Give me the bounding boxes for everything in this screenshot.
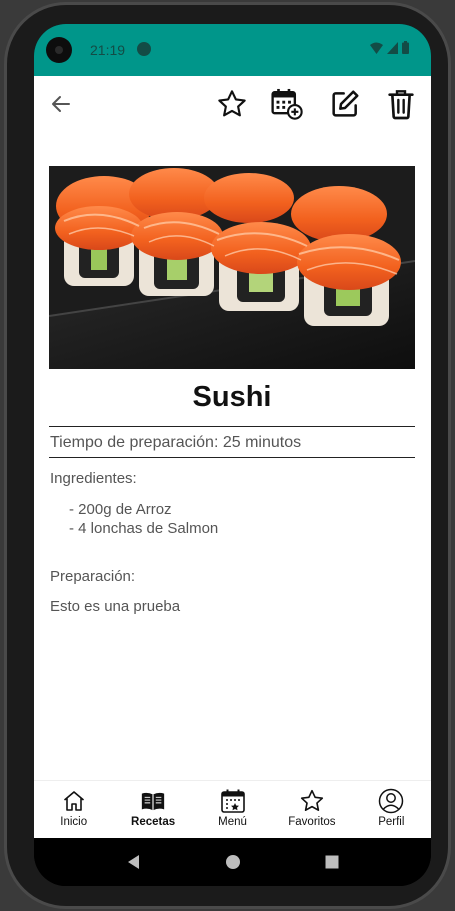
battery-icon bbox=[402, 41, 409, 54]
signal-icon bbox=[387, 41, 398, 54]
arrow-left-icon bbox=[52, 96, 70, 112]
title-divider bbox=[49, 426, 415, 427]
prep-time-divider bbox=[49, 457, 415, 458]
phone-screen: 21:19 Sushi Tiempo de preparación: 25 mi… bbox=[34, 24, 431, 886]
recents-square-icon[interactable] bbox=[324, 854, 340, 870]
delete-button[interactable] bbox=[383, 86, 419, 122]
home-icon bbox=[63, 791, 84, 811]
favorite-button[interactable] bbox=[214, 86, 250, 122]
home-circle-icon[interactable] bbox=[225, 854, 241, 870]
back-button[interactable] bbox=[43, 86, 79, 122]
preparation-text: Esto es una prueba bbox=[50, 598, 181, 615]
nav-item-menu[interactable]: Menú bbox=[193, 781, 272, 838]
recipe-title: Sushi bbox=[192, 381, 272, 413]
status-icons bbox=[370, 41, 409, 54]
status-bar: 21:19 bbox=[34, 24, 431, 76]
prep-time: Tiempo de preparación: 25 minutos bbox=[50, 434, 302, 451]
nav-item-recetas[interactable]: Recetas bbox=[113, 781, 192, 838]
nav-label-menu: Menú bbox=[218, 816, 247, 828]
nav-item-favoritos[interactable]: Favoritos bbox=[272, 781, 351, 838]
ingredients-list: - 200g de Arroz - 4 lonchas de Salmon bbox=[69, 500, 218, 538]
calendar-add-icon bbox=[271, 88, 303, 120]
trash-icon bbox=[388, 90, 414, 120]
nav-item-inicio[interactable]: Inicio bbox=[34, 781, 113, 838]
wifi-icon bbox=[370, 42, 383, 54]
ingredient-item: - 200g de Arroz bbox=[69, 501, 172, 518]
ingredients-label: Ingredientes: bbox=[50, 470, 137, 487]
status-time: 21:19 bbox=[90, 42, 126, 58]
calendar-star-icon bbox=[220, 789, 245, 813]
nav-label-inicio: Inicio bbox=[60, 816, 88, 828]
profile-icon bbox=[379, 788, 404, 814]
nav-label-recetas: Recetas bbox=[131, 816, 176, 828]
ingredient-item: - 4 lonchas de Salmon bbox=[69, 520, 219, 537]
sushi-photo bbox=[49, 166, 415, 369]
nav-item-perfil[interactable]: Perfil bbox=[352, 781, 431, 838]
back-triangle-icon[interactable] bbox=[126, 854, 142, 870]
notification-app-icon bbox=[137, 42, 151, 56]
add-to-calendar-button[interactable] bbox=[269, 86, 305, 122]
star-icon bbox=[300, 789, 324, 812]
bottom-navigation: Inicio Recetas Menú Favoritos Perfil bbox=[34, 780, 431, 838]
system-navigation-bar bbox=[34, 838, 431, 886]
nav-label-favoritos: Favoritos bbox=[288, 816, 336, 828]
front-camera bbox=[46, 37, 72, 63]
edit-button[interactable] bbox=[327, 86, 363, 122]
recipe-book-icon bbox=[141, 792, 165, 811]
recipe-detail-screen: Sushi Tiempo de preparación: 25 minutos … bbox=[34, 76, 431, 838]
nav-label-perfil: Perfil bbox=[378, 816, 405, 828]
star-outline-icon bbox=[218, 90, 246, 117]
toolbar bbox=[34, 76, 431, 132]
preparation-label: Preparación: bbox=[50, 568, 136, 585]
edit-icon bbox=[332, 90, 359, 117]
recipe-image bbox=[49, 166, 415, 369]
